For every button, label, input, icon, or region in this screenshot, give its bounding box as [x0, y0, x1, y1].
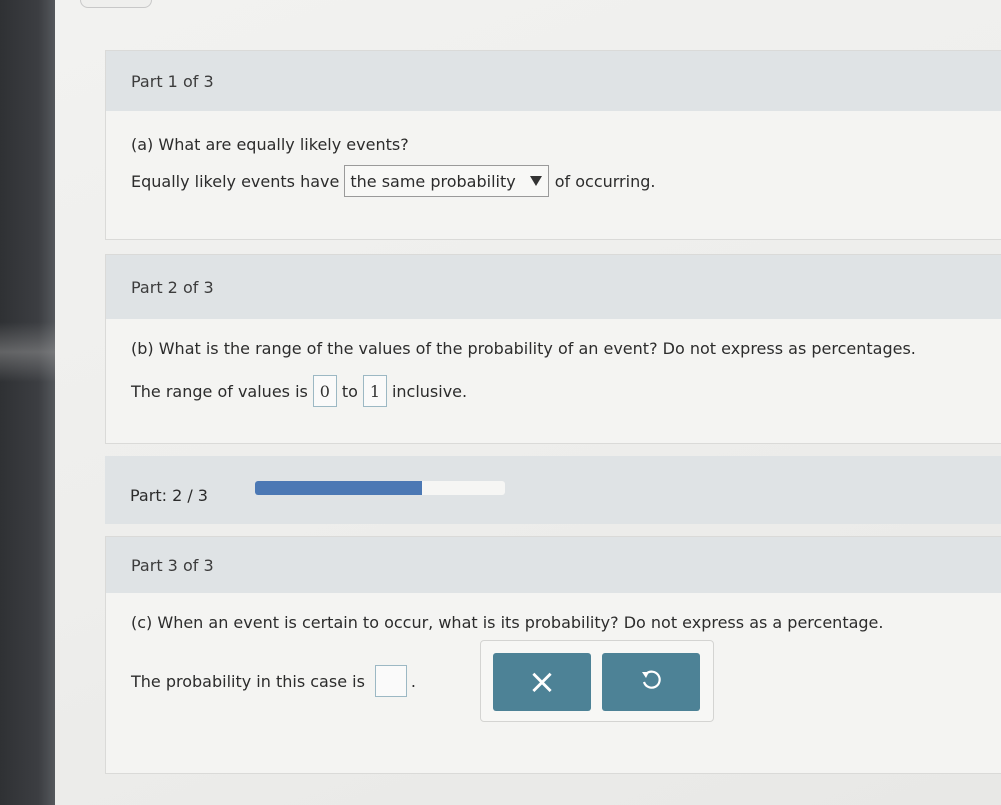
part3-header-label: Part 3 of 3 [131, 555, 214, 575]
undo-icon [640, 669, 662, 695]
part3-header: Part 3 of 3 [106, 537, 1001, 593]
part2-answer-suffix: inclusive. [391, 381, 468, 401]
part3-answer-prefix: The probability in this case is [131, 671, 365, 691]
progress-bar [255, 481, 505, 495]
part1-header: Part 1 of 3 [106, 51, 1001, 111]
progress-panel: Part: 2 / 3 [105, 456, 1001, 524]
part2-answer-line: The range of values is 0 to 1 inclusive. [131, 375, 467, 407]
range-low-input[interactable]: 0 [312, 375, 337, 407]
part1-header-label: Part 1 of 3 [131, 71, 214, 91]
part1-answer-suffix: of occurring. [554, 171, 656, 191]
top-tab-edge [80, 0, 152, 8]
probability-dropdown[interactable]: the same probability [344, 165, 549, 197]
part2-answer-prefix: The range of values is [131, 381, 308, 401]
clear-button[interactable]: × [493, 653, 591, 711]
progress-label: Part: 2 / 3 [130, 486, 208, 505]
part3-question: (c) When an event is certain to occur, w… [131, 613, 884, 632]
part3-answer-suffix: . [410, 671, 416, 691]
progress-bar-fill [255, 481, 422, 495]
part3-answer-line: The probability in this case is . [131, 665, 416, 697]
probability-answer-input[interactable] [374, 665, 407, 697]
dropdown-arrow-icon[interactable] [529, 176, 542, 186]
part2-header: Part 2 of 3 [106, 255, 1001, 319]
part1-question: (a) What are equally likely events? [131, 135, 409, 154]
dropdown-selected-value: the same probability [350, 171, 516, 191]
part1-panel: Part 1 of 3 (a) What are equally likely … [105, 50, 1001, 240]
answer-actions-card: × [480, 640, 714, 722]
part2-header-label: Part 2 of 3 [131, 277, 214, 297]
undo-button[interactable] [602, 653, 700, 711]
screen-bezel [0, 0, 55, 805]
part2-panel: Part 2 of 3 (b) What is the range of the… [105, 254, 1001, 444]
part2-question: (b) What is the range of the values of t… [131, 339, 916, 358]
clear-icon: × [527, 662, 557, 702]
bezel-glare [0, 322, 55, 382]
part1-answer-prefix: Equally likely events have [131, 171, 340, 191]
range-high-input[interactable]: 1 [362, 375, 387, 407]
assignment-page: Part 1 of 3 (a) What are equally likely … [55, 0, 1001, 805]
range-connector: to [341, 381, 358, 401]
part1-answer-line: Equally likely events have the same prob… [131, 165, 655, 197]
